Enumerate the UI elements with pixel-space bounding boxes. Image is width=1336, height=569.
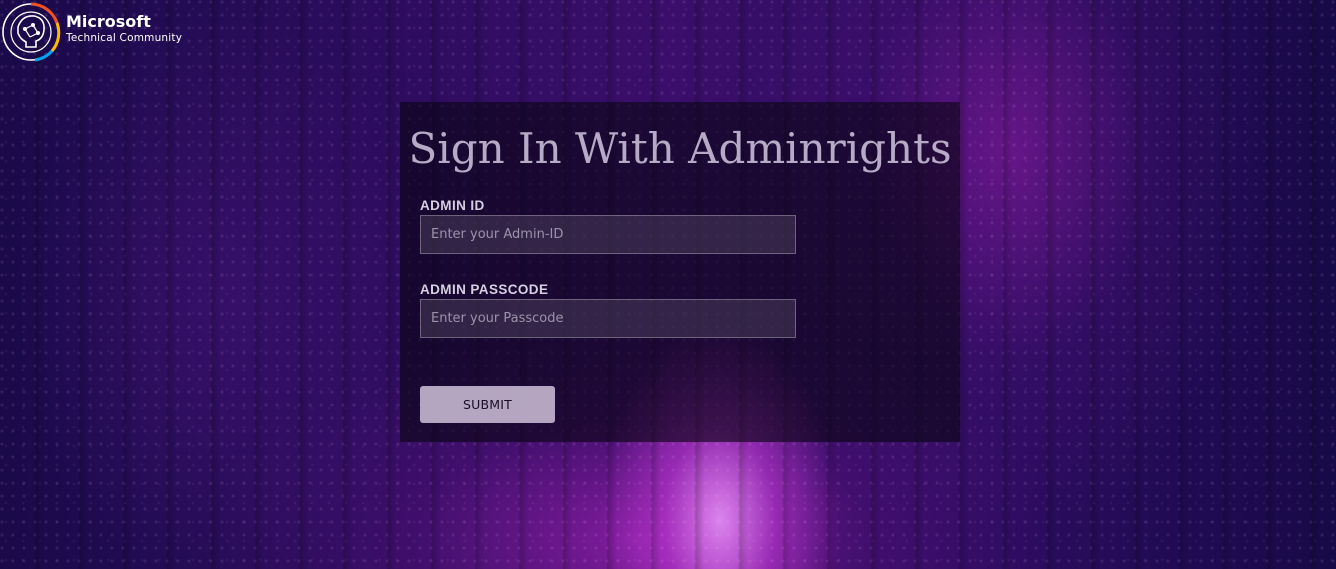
brand-title: Microsoft [66,12,151,32]
admin-passcode-label: ADMIN PASSCODE [420,282,549,297]
brand-text: Microsoft Technical Community [66,14,182,44]
admin-id-input[interactable] [420,215,796,254]
microsoft-community-emblem-icon [2,2,61,62]
admin-login-panel: Sign In With Adminrights ADMIN ID ADMIN … [400,102,960,442]
admin-id-label: ADMIN ID [420,198,485,213]
brand-header: Microsoft Technical Community [0,0,182,64]
brand-subtitle: Technical Community [66,32,183,45]
login-heading: Sign In With Adminrights [408,124,952,173]
admin-passcode-input[interactable] [420,299,796,338]
submit-button[interactable]: SUBMIT [420,386,555,423]
